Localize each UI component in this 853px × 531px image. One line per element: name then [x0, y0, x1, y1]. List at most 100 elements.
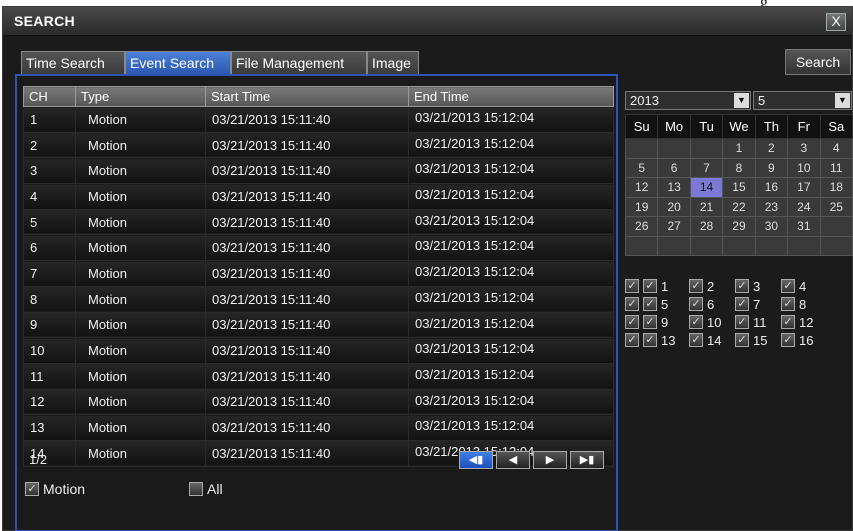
channel-option[interactable]: ✓ 4 [781, 279, 827, 294]
channel-option[interactable]: ✓ 1 [643, 279, 689, 294]
table-row[interactable]: 7 Motion 03/21/2013 15:11:40 03/21/2013 15:… [23, 260, 614, 287]
channel-checkbox[interactable]: ✓ [735, 297, 749, 311]
month-select[interactable]: 5 ▼ [753, 91, 852, 110]
column-header-start-time[interactable]: Start Time [205, 86, 409, 107]
calendar-day[interactable]: 18 [819, 177, 853, 198]
tab-image[interactable]: Image [367, 51, 419, 75]
channel-option[interactable]: ✓ 16 [781, 333, 827, 348]
calendar-day[interactable]: 29 [722, 216, 756, 237]
channel-option[interactable]: ✓ 8 [781, 297, 827, 312]
calendar-day[interactable]: 10 [787, 157, 821, 178]
calendar-day[interactable]: 14 [689, 177, 724, 198]
calendar-day[interactable]: 2 [754, 138, 789, 159]
calendar-day[interactable]: 4 [819, 138, 853, 159]
calendar-day[interactable]: 6 [657, 157, 691, 178]
channel-option[interactable]: ✓ 5 [643, 297, 689, 312]
channel-checkbox[interactable]: ✓ [643, 315, 657, 329]
calendar-day[interactable]: 19 [624, 196, 659, 217]
table-row[interactable]: 1 Motion 03/21/2013 15:11:40 03/21/2013 15:… [23, 106, 614, 133]
channel-checkbox[interactable]: ✓ [689, 297, 703, 311]
column-header-type[interactable]: Type [75, 86, 206, 107]
tab-event-search[interactable]: Event Search [125, 51, 231, 75]
channel-row-checkbox[interactable]: ✓ [625, 279, 639, 293]
channel-checkbox[interactable]: ✓ [689, 333, 703, 347]
channel-checkbox[interactable]: ✓ [735, 333, 749, 347]
calendar-day[interactable]: 7 [689, 157, 724, 178]
filter-motion[interactable]: ✓ Motion [25, 481, 85, 497]
channel-checkbox[interactable]: ✓ [643, 333, 657, 347]
calendar-day[interactable]: 8 [722, 157, 756, 178]
calendar-day[interactable]: 16 [754, 177, 789, 198]
table-row[interactable]: 3 Motion 03/21/2013 15:11:40 03/21/2013 15:… [23, 157, 614, 185]
channel-row-checkbox[interactable]: ✓ [625, 315, 639, 329]
close-button[interactable]: X [826, 13, 846, 31]
channel-row-checkbox[interactable]: ✓ [625, 297, 639, 311]
channel-option[interactable]: ✓ 14 [689, 333, 735, 348]
calendar-day[interactable]: 24 [787, 196, 821, 217]
prev-page-button[interactable]: ◀ [496, 451, 530, 469]
table-row[interactable]: 10 Motion 03/21/2013 15:11:40 03/21/2013 15… [23, 337, 614, 364]
calendar-day[interactable]: 15 [722, 177, 756, 198]
calendar-day[interactable]: 13 [657, 177, 691, 198]
channel-option[interactable]: ✓ 9 [643, 315, 689, 330]
channel-checkbox[interactable]: ✓ [781, 279, 795, 293]
table-row[interactable]: 12 Motion 03/21/2013 15:11:40 03/21/2013 15… [23, 388, 614, 416]
channel-checkbox[interactable]: ✓ [643, 297, 657, 311]
table-row[interactable]: 8 Motion 03/21/2013 15:11:40 03/21/2013 15:… [23, 285, 614, 313]
channel-row-checkbox[interactable]: ✓ [625, 333, 639, 347]
calendar-day[interactable]: 20 [657, 196, 691, 217]
checkbox-motion[interactable]: ✓ [25, 482, 39, 496]
calendar-day[interactable]: 26 [624, 216, 659, 237]
table-row[interactable]: 6 Motion 03/21/2013 15:11:40 03/21/2013 15:… [23, 234, 614, 262]
channel-checkbox[interactable]: ✓ [781, 333, 795, 347]
search-button[interactable]: Search [785, 49, 851, 75]
table-row[interactable]: 4 Motion 03/21/2013 15:11:40 03/21/2013 15:… [23, 183, 614, 210]
checkbox-all[interactable]: ✓ [189, 482, 203, 496]
channel-option[interactable]: ✓ 10 [689, 315, 735, 330]
column-header-end-time[interactable]: End Time [408, 86, 614, 107]
column-header-ch[interactable]: CH [23, 86, 76, 107]
calendar-day[interactable]: 17 [787, 177, 821, 198]
calendar-day[interactable]: 30 [754, 216, 789, 237]
calendar-day[interactable]: 3 [787, 138, 821, 159]
calendar-day[interactable]: 31 [787, 216, 821, 237]
last-page-button[interactable]: ▶▮ [570, 451, 604, 469]
channel-option[interactable]: ✓ 12 [781, 315, 827, 330]
calendar-day[interactable]: 22 [722, 196, 756, 217]
channel-option[interactable]: ✓ 7 [735, 297, 781, 312]
channel-option[interactable]: ✓ 13 [643, 333, 689, 348]
calendar-day[interactable]: 23 [754, 196, 789, 217]
calendar-day[interactable]: 12 [624, 177, 659, 198]
calendar-day[interactable]: 21 [689, 196, 724, 217]
channel-checkbox[interactable]: ✓ [643, 279, 657, 293]
table-row[interactable]: 11 Motion 03/21/2013 15:11:40 03/21/2013 15… [23, 362, 614, 390]
table-row[interactable]: 5 Motion 03/21/2013 15:11:40 03/21/2013 15:… [23, 208, 614, 236]
calendar-day[interactable]: 25 [819, 196, 853, 217]
calendar-day[interactable]: 27 [657, 216, 691, 237]
channel-option[interactable]: ✓ 15 [735, 333, 781, 348]
calendar-day[interactable]: 9 [754, 157, 789, 178]
channel-checkbox[interactable]: ✓ [689, 315, 703, 329]
channel-option[interactable]: ✓ 2 [689, 279, 735, 294]
table-row[interactable]: 9 Motion 03/21/2013 15:11:40 03/21/2013 15:… [23, 311, 614, 339]
channel-option[interactable]: ✓ 3 [735, 279, 781, 294]
channel-checkbox[interactable]: ✓ [781, 315, 795, 329]
table-row[interactable]: 2 Motion 03/21/2013 15:11:40 03/21/2013 15:… [23, 131, 614, 159]
filter-all[interactable]: ✓ All [189, 481, 223, 497]
channel-checkbox[interactable]: ✓ [735, 279, 749, 293]
calendar-day[interactable]: 5 [624, 157, 659, 178]
year-select[interactable]: 2013 ▼ [625, 91, 751, 110]
channel-checkbox[interactable]: ✓ [689, 279, 703, 293]
tab-file-management[interactable]: File Management [231, 51, 367, 75]
next-page-button[interactable]: ▶ [533, 451, 567, 469]
calendar-day[interactable]: 11 [819, 157, 853, 178]
channel-checkbox[interactable]: ✓ [735, 315, 749, 329]
channel-option[interactable]: ✓ 6 [689, 297, 735, 312]
first-page-button[interactable]: ◀▮ [459, 451, 493, 469]
channel-checkbox[interactable]: ✓ [781, 297, 795, 311]
table-row[interactable]: 13 Motion 03/21/2013 15:11:40 03/21/2013 15… [23, 414, 614, 441]
calendar-day[interactable]: 1 [722, 138, 756, 159]
calendar-day[interactable]: 28 [689, 216, 724, 237]
channel-option[interactable]: ✓ 11 [735, 315, 781, 330]
tab-time-search[interactable]: Time Search [21, 51, 125, 75]
